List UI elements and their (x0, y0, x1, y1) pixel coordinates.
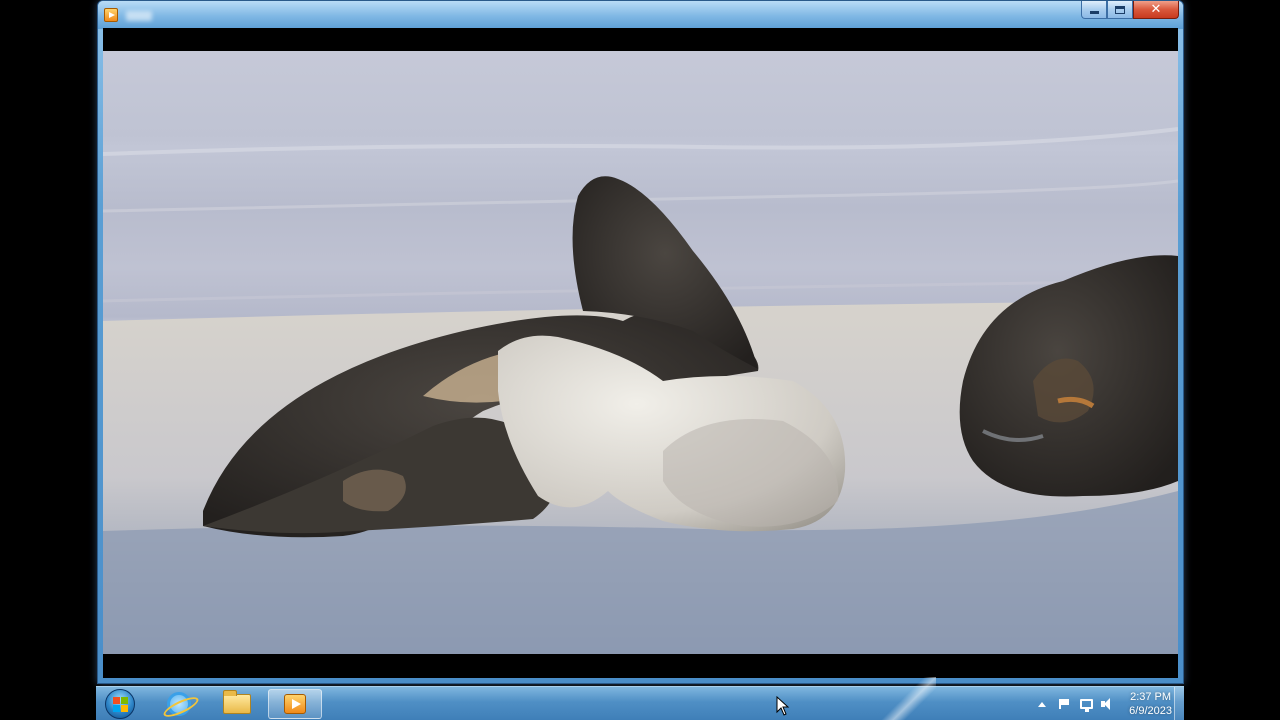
mouse-cursor-icon (776, 696, 790, 716)
clock-time: 2:37 PM (1130, 691, 1172, 703)
chevron-up-icon (1038, 701, 1047, 707)
media-player-window[interactable]: ✕ (97, 0, 1184, 684)
desktop-screen: ✕ 2:37 PM 6/9/2023 (0, 0, 1280, 720)
notification-area: 2:37 PM 6/9/2023 (1031, 687, 1172, 720)
taskbar-media-player[interactable] (268, 689, 322, 719)
folder-icon (223, 690, 251, 714)
media-player-app-icon[interactable] (104, 8, 118, 22)
show-hidden-icons-button[interactable] (1034, 696, 1050, 712)
show-desktop-button[interactable] (1174, 687, 1184, 720)
close-button[interactable]: ✕ (1133, 1, 1179, 19)
start-button[interactable] (100, 688, 140, 720)
volume-button[interactable] (1100, 696, 1116, 712)
video-client-area[interactable] (103, 28, 1178, 678)
speaker-icon (1101, 698, 1115, 710)
taskbar: 2:37 PM 6/9/2023 (96, 677, 1184, 720)
network-icon (1079, 699, 1093, 712)
windows-start-orb-icon (105, 689, 135, 719)
media-player-icon (284, 694, 306, 714)
internet-explorer-icon (167, 692, 191, 716)
video-scene-image (103, 127, 1178, 654)
window-title (126, 11, 152, 21)
clock-date: 6/9/2023 (1129, 705, 1172, 717)
minimize-button[interactable] (1081, 1, 1107, 19)
maximize-icon (1115, 5, 1125, 14)
system-clock[interactable]: 2:37 PM 6/9/2023 (1129, 690, 1172, 718)
network-button[interactable] (1078, 696, 1094, 712)
minimize-icon (1089, 11, 1099, 14)
action-center-button[interactable] (1056, 696, 1072, 712)
taskbar-windows-explorer[interactable] (210, 689, 264, 719)
close-icon: ✕ (1150, 2, 1162, 17)
window-controls: ✕ (1081, 1, 1179, 21)
window-titlebar[interactable]: ✕ (98, 1, 1183, 29)
video-frame[interactable] (103, 51, 1178, 654)
maximize-button[interactable] (1107, 1, 1133, 19)
flag-icon (1059, 699, 1070, 709)
taskbar-glare (876, 677, 936, 720)
taskbar-internet-explorer[interactable] (152, 689, 206, 719)
